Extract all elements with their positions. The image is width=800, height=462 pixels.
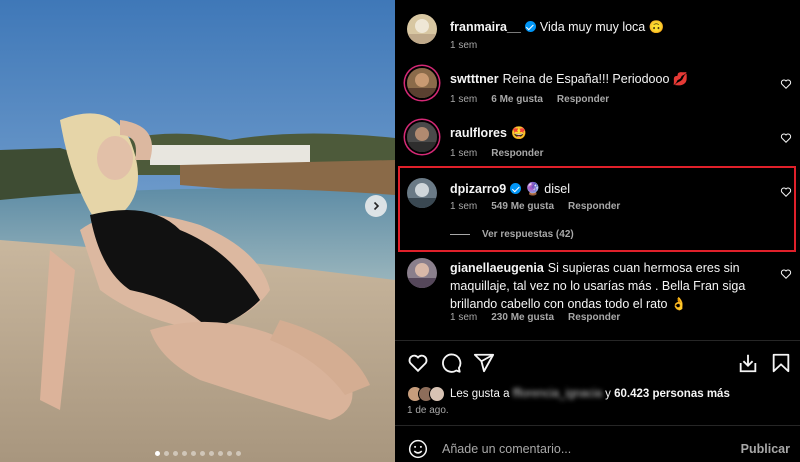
liker-username[interactable]: fflorencia_ignacia <box>513 388 602 400</box>
carousel-dot[interactable] <box>208 451 214 456</box>
download-icon[interactable] <box>737 352 759 374</box>
carousel-dot[interactable] <box>154 451 160 456</box>
avatar[interactable] <box>407 68 437 98</box>
likes-suffix: y <box>605 388 611 400</box>
comment-body: 🤩 <box>510 126 527 140</box>
comment-meta: 1 sem 230 Me gusta Responder <box>450 312 620 323</box>
likes-summary[interactable]: Les gusta a fflorencia_ignacia y 60.423 … <box>407 386 730 402</box>
heart-icon[interactable] <box>780 268 792 280</box>
timestamp[interactable]: 1 sem <box>450 201 477 212</box>
username[interactable]: franmaira__ <box>450 20 521 34</box>
avatar[interactable] <box>407 258 437 288</box>
carousel-dot[interactable] <box>199 451 205 456</box>
carousel-indicator <box>0 451 395 456</box>
comment-meta: 1 sem 6 Me gusta Responder <box>450 94 609 105</box>
comment-meta: 1 sem Responder <box>450 148 543 159</box>
heart-icon[interactable] <box>780 132 792 144</box>
divider <box>395 340 800 341</box>
carousel-dot[interactable] <box>163 451 169 456</box>
comment-icon[interactable] <box>440 352 462 374</box>
carousel-dot[interactable] <box>235 451 241 456</box>
publish-button[interactable]: Publicar <box>741 442 790 456</box>
caption-body: Vida muy muy loca 🙃 <box>539 20 665 34</box>
post-date[interactable]: 1 de ago. <box>407 405 449 416</box>
carousel-dot[interactable] <box>181 451 187 456</box>
heart-icon[interactable] <box>780 78 792 90</box>
carousel-dot[interactable] <box>190 451 196 456</box>
view-replies-label: Ver respuestas (42) <box>482 229 574 240</box>
divider <box>395 425 800 426</box>
username[interactable]: dpizarro9 <box>450 182 506 196</box>
like-count[interactable]: 6 Me gusta <box>491 94 543 105</box>
username[interactable]: raulflores <box>450 126 507 140</box>
username[interactable]: gianellaeugenia <box>450 261 544 275</box>
like-count[interactable]: 549 Me gusta <box>491 201 554 212</box>
reply-button[interactable]: Responder <box>568 201 620 212</box>
post-photo[interactable] <box>0 0 395 462</box>
like-heart-icon[interactable] <box>407 352 429 374</box>
reply-button[interactable]: Responder <box>491 148 543 159</box>
comment-body: 🔮 disel <box>525 182 571 196</box>
reply-button[interactable]: Responder <box>557 94 609 105</box>
like-count[interactable]: 230 Me gusta <box>491 312 554 323</box>
likes-text: Les gusta a fflorencia_ignacia y 60.423 … <box>450 388 730 400</box>
carousel-dot[interactable] <box>226 451 232 456</box>
next-photo-button[interactable] <box>365 195 387 217</box>
avatar[interactable] <box>407 14 437 44</box>
timestamp[interactable]: 1 sem <box>450 40 477 51</box>
timestamp[interactable]: 1 sem <box>450 94 477 105</box>
avatar[interactable] <box>407 122 437 152</box>
likes-count[interactable]: 60.423 personas más <box>614 388 730 400</box>
carousel-dot[interactable] <box>217 451 223 456</box>
comment-text: swtttner Reina de España!!! Periodooo 💋 <box>450 70 764 88</box>
caption-text: franmaira__ Vida muy muy loca 🙃 <box>450 18 764 36</box>
comment-text: dpizarro9 🔮 disel <box>450 180 764 198</box>
emoji-icon[interactable] <box>408 439 428 459</box>
comment-body: Reina de España!!! Periodooo 💋 <box>502 72 689 86</box>
comments-panel: franmaira__ Vida muy muy loca 🙃 1 sem swt… <box>395 0 800 462</box>
bookmark-icon[interactable] <box>770 352 792 374</box>
timestamp[interactable]: 1 sem <box>450 312 477 323</box>
view-replies-button[interactable]: Ver respuestas (42) <box>450 229 574 240</box>
reply-button[interactable]: Responder <box>568 312 620 323</box>
likes-prefix: Les gusta a <box>450 388 510 400</box>
action-bar <box>395 352 800 376</box>
comment-text: raulflores 🤩 <box>450 124 764 142</box>
comment-meta: 1 sem 549 Me gusta Responder <box>450 201 620 212</box>
replies-line <box>450 234 470 235</box>
caption-meta: 1 sem <box>450 40 477 51</box>
chevron-right-icon <box>373 201 380 211</box>
beach-photo <box>0 0 395 462</box>
comment-text: gianellaeugenia Si supieras cuan hermosa … <box>450 259 764 313</box>
verified-badge-icon <box>524 21 536 32</box>
liker-avatar <box>429 386 445 402</box>
carousel-dot[interactable] <box>172 451 178 456</box>
username[interactable]: swtttner <box>450 72 499 86</box>
comment-input[interactable]: Añade un comentario... <box>442 442 571 456</box>
avatar[interactable] <box>407 178 437 208</box>
share-icon[interactable] <box>473 352 495 374</box>
heart-icon[interactable] <box>780 186 792 198</box>
add-comment-row: Añade un comentario... Publicar <box>395 437 800 461</box>
verified-badge-icon <box>510 183 522 194</box>
timestamp[interactable]: 1 sem <box>450 148 477 159</box>
